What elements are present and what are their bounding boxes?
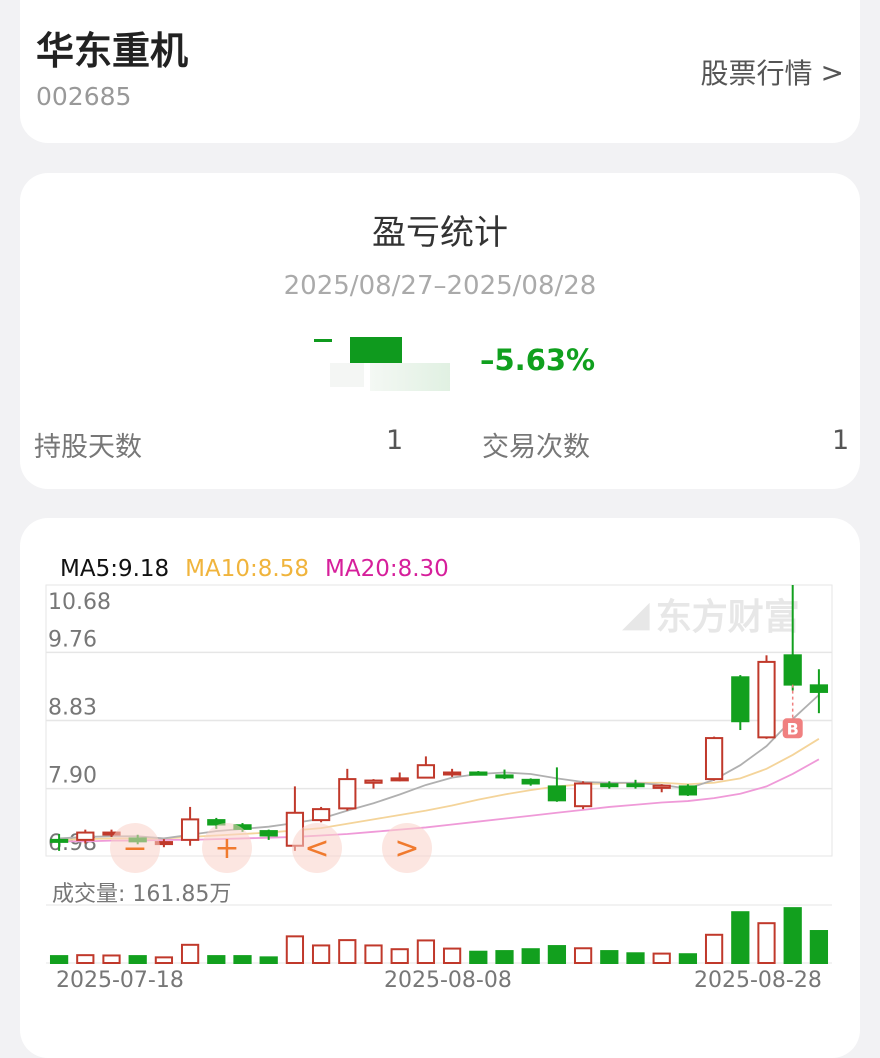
candle-body	[76, 831, 95, 841]
stock-name: 华东重机	[36, 29, 189, 73]
y-tick-label: 8.83	[48, 696, 97, 721]
holding-days-label: 持股天数	[34, 432, 142, 463]
buy-marker-label: B	[787, 719, 799, 738]
volume-bar	[102, 954, 121, 965]
x-axis-label-end: 2025-08-28	[694, 968, 822, 993]
profit-loss-card: 盈亏统计 2025/08/27–2025/08/28 –5.63% 持股天数 1…	[20, 173, 860, 489]
holding-days-value: 1	[386, 425, 404, 456]
volume-bar	[311, 944, 331, 964]
volume-bar	[495, 950, 514, 964]
candle-body	[180, 818, 200, 841]
pl-title: 盈亏统计	[372, 213, 508, 253]
ma20-line	[59, 758, 820, 843]
volume-label: 成交量: 161.85万	[52, 882, 232, 907]
candle-body	[731, 676, 750, 723]
candle-body	[311, 808, 331, 822]
volume-bar	[469, 950, 488, 964]
volume-bar	[338, 939, 357, 965]
candle-body	[495, 774, 514, 779]
ma5-line	[59, 694, 820, 840]
candle-body	[783, 654, 802, 686]
volume-bar	[573, 947, 593, 964]
y-tick-label: 7.90	[48, 764, 97, 789]
volume-bar	[783, 907, 802, 964]
volume-bar	[809, 930, 829, 964]
volume-bar	[678, 953, 698, 964]
pl-percent: –5.63%	[480, 343, 596, 377]
candle-body	[469, 771, 488, 776]
volume-bar	[154, 956, 174, 964]
candle-body	[573, 782, 593, 808]
volume-bar	[600, 950, 619, 964]
candle-body	[49, 838, 69, 843]
stock-quote-label: 股票行情	[700, 57, 813, 90]
scroll-right-button[interactable]: >	[382, 823, 432, 873]
volume-bar	[547, 945, 567, 965]
stock-header-card: 华东重机 002685 股票行情 >	[20, 0, 860, 143]
trade-count-value: 1	[832, 425, 850, 456]
candle-body	[757, 660, 776, 739]
candle-body	[390, 777, 409, 782]
volume-bar	[652, 952, 671, 965]
volume-bar	[233, 955, 252, 964]
volume-bar	[704, 933, 724, 964]
candle-body	[626, 783, 645, 788]
volume-bar	[285, 935, 305, 964]
candle-body	[364, 779, 383, 784]
stock-code: 002685	[36, 82, 132, 111]
pl-date-range: 2025/08/27–2025/08/28	[283, 271, 597, 301]
zoom-in-button[interactable]: +	[202, 823, 252, 873]
candle-body	[652, 784, 671, 789]
scroll-left-button[interactable]: <	[292, 823, 342, 873]
volume-bar	[49, 955, 69, 964]
candle-body	[547, 785, 567, 802]
chevron-right-icon: >	[820, 55, 844, 89]
candle-body	[442, 771, 462, 776]
y-tick-label: 10.68	[48, 590, 111, 615]
trade-count-label: 交易次数	[482, 432, 590, 463]
zoom-out-button[interactable]: −	[110, 823, 160, 873]
plus-icon: +	[214, 830, 240, 866]
x-axis-label-mid: 2025-08-08	[384, 968, 512, 993]
chevron-left-icon: <	[304, 830, 330, 866]
volume-bar	[442, 947, 462, 964]
y-tick-label: 9.76	[48, 627, 97, 652]
kline-chart-card: MA5:9.18 MA10:8.58 MA20:8.30 ◢ 东方财富 10.6…	[20, 518, 860, 1058]
candle-body	[259, 830, 278, 837]
candle-body	[704, 737, 724, 781]
candle-body	[521, 778, 540, 785]
volume-bar	[416, 939, 436, 965]
volume-bar	[76, 954, 95, 965]
volume-bar	[390, 948, 409, 965]
candle-body	[600, 783, 619, 788]
volume-bar	[207, 955, 226, 964]
volume-bar	[259, 956, 278, 964]
pl-amount-redacted	[312, 333, 452, 393]
volume-bar	[626, 952, 645, 964]
volume-bar	[364, 944, 383, 964]
candle-body	[678, 785, 698, 796]
candle-body	[809, 684, 829, 693]
candle-body	[338, 778, 357, 810]
volume-bar	[757, 922, 776, 964]
x-axis-label-start: 2025-07-18	[56, 968, 184, 993]
volume-bar	[128, 955, 147, 964]
stock-quote-link[interactable]: 股票行情 >	[701, 52, 844, 92]
candle-body	[416, 764, 436, 779]
minus-icon: −	[122, 830, 148, 866]
volume-bar	[180, 943, 200, 965]
volume-bar	[521, 948, 540, 965]
chevron-right-icon: >	[394, 830, 420, 866]
kline-chart[interactable]: 10.689.768.837.906.98B	[20, 518, 860, 1018]
volume-bar	[731, 911, 750, 965]
